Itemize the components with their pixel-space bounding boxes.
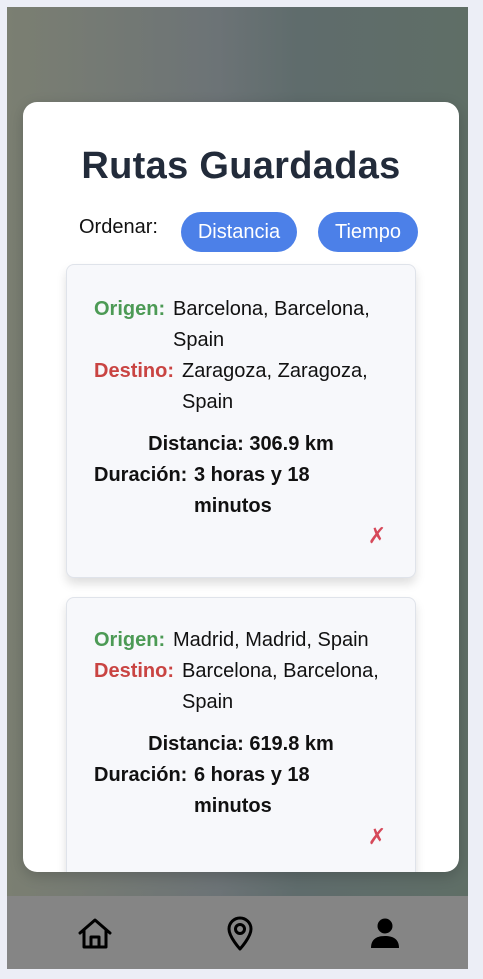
nav-map-button[interactable] [220,914,260,954]
route-duration: Duración: 3 horas y 18 minutos [94,460,394,522]
route-distance: Distancia: 306.9 km [148,433,334,455]
destination-value-cont: Spain [182,691,234,713]
duration-value: 3 horas y 18 [194,464,310,486]
origin-value: Madrid, Madrid, Spain [173,629,369,651]
modal-title: Rutas Guardadas [81,145,401,187]
origin-value: Barcelona, Barcelona, [173,298,370,320]
delete-route-button[interactable]: ✗ [365,824,389,850]
route-distance: Distancia: 619.8 km [148,733,334,755]
duration-label: Duración: [94,764,188,786]
user-icon [371,918,399,948]
origin-label: Origen: [94,298,166,320]
destination-label: Destino: [94,660,174,682]
sort-controls: Ordenar: Distancia Tiempo [23,212,459,252]
nav-home-button[interactable] [75,914,115,954]
duration-label: Duración: [94,464,188,486]
app-screen: Rutas Guardadas Ordenar: Distancia Tiemp… [7,7,475,969]
frame-edge [468,7,476,969]
map-pin-icon [227,916,253,951]
duration-value: 6 horas y 18 [194,764,310,786]
saved-routes-modal: Rutas Guardadas Ordenar: Distancia Tiemp… [23,102,459,872]
sort-by-distance-button[interactable]: Distancia [181,212,297,252]
origin-label: Origen: [94,629,166,651]
origin-value-cont: Spain [173,329,225,351]
destination-value: Zaragoza, Zaragoza, [182,360,368,382]
duration-value-cont: minutos [194,795,272,817]
destination-value-cont: Spain [182,391,234,413]
route-card: Origen: Barcelona, Barcelona, Spain Dest… [66,264,416,578]
home-icon [78,918,112,949]
nav-profile-button[interactable] [365,914,405,954]
destination-value: Barcelona, Barcelona, [182,660,379,682]
duration-value-cont: minutos [194,495,272,517]
sort-label: Ordenar: [79,216,158,238]
delete-route-button[interactable]: ✗ [365,523,389,549]
destination-label: Destino: [94,360,174,382]
route-duration: Duración: 6 horas y 18 minutos [94,760,394,822]
sort-by-time-button[interactable]: Tiempo [318,212,418,252]
bottom-navigation [7,896,475,969]
route-card: Origen: Madrid, Madrid, Spain Destino: B… [66,597,416,872]
